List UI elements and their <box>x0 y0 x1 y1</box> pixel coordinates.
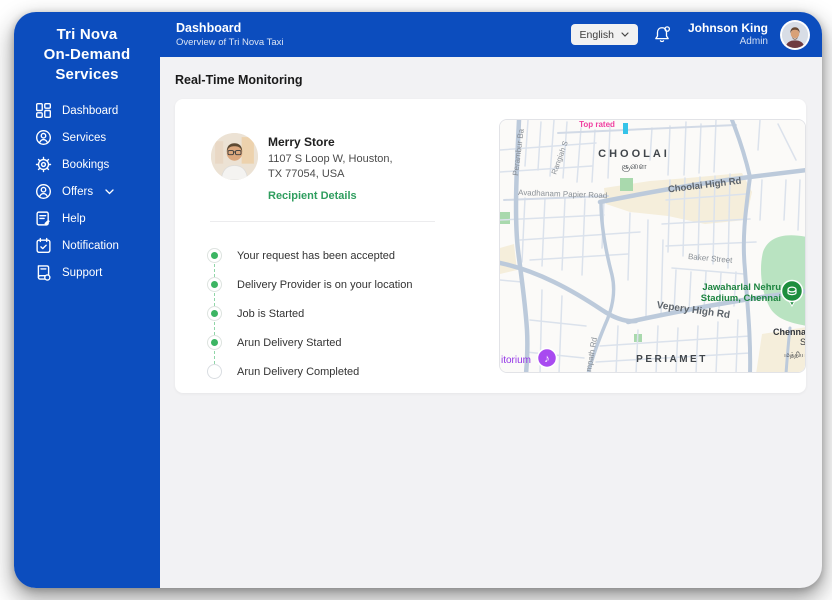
recipient-name: Merry Store <box>268 135 335 149</box>
recipient-address-line1: 1107 S Loop W, Houston, <box>268 153 393 165</box>
app-title: Tri Nova On-Demand Services <box>43 26 131 83</box>
timeline-dot-icon <box>207 277 222 292</box>
recipient-details-link[interactable]: Recipient Details <box>268 190 357 202</box>
recipient-address-line2: TX 77054, USA <box>268 168 345 180</box>
chevron-down-icon <box>105 188 114 195</box>
svg-text:Chenna: Chenna <box>773 327 806 337</box>
timeline-dot-icon <box>207 364 222 379</box>
timeline-dot-icon <box>207 306 222 321</box>
page-title: Dashboard <box>176 21 242 35</box>
main-content: Real-Time Monitoring Merry Store 1107 S … <box>160 57 822 588</box>
sidebar-item-dashboard[interactable]: Dashboard <box>35 97 160 124</box>
sidebar-item-support[interactable]: Support <box>35 259 160 286</box>
recipient-avatar-image <box>211 133 258 180</box>
svg-text:♪: ♪ <box>544 353 550 365</box>
music-marker-icon[interactable]: ♪ <box>536 347 558 369</box>
app-window: Tri Nova On-Demand Services Dashboard Se… <box>14 12 822 588</box>
sidebar-item-label: Help <box>62 212 86 225</box>
user-role: Admin <box>739 35 768 47</box>
timeline-step: Job is Started <box>199 299 499 335</box>
delivery-timeline: Your request has been accepted Delivery … <box>199 241 499 386</box>
screen: Tri Nova On-Demand Services Dashboard Se… <box>0 0 832 600</box>
sidebar-item-help[interactable]: Help <box>35 205 160 232</box>
timeline-label: Job is Started <box>237 307 305 320</box>
svg-text:PERIAMET: PERIAMET <box>636 354 708 365</box>
map[interactable]: Top rated CHOOLAI சூளை Perambur Ba Rangi… <box>499 119 806 373</box>
timeline-step: Delivery Provider is on your location <box>199 270 499 306</box>
breadcrumb: Dashboard Overview of Tri Nova Taxi <box>176 21 284 48</box>
person-circle-icon <box>35 183 52 200</box>
user-info: Johnson King Admin <box>688 21 768 49</box>
chevron-down-icon <box>621 32 629 37</box>
svg-text:Jawaharlal Nehru: Jawaharlal Nehru <box>702 282 781 293</box>
timeline-dot-icon <box>207 248 222 263</box>
person-circle-icon <box>35 129 52 146</box>
header: Dashboard Overview of Tri Nova Taxi Engl… <box>160 12 822 57</box>
user-name: Johnson King <box>688 20 768 35</box>
sidebar: Tri Nova On-Demand Services Dashboard Se… <box>14 12 160 588</box>
svg-text:CHOOLAI: CHOOLAI <box>598 148 670 160</box>
svg-text:S: S <box>800 337 806 347</box>
divider <box>210 221 435 222</box>
sidebar-item-label: Dashboard <box>62 104 119 117</box>
map-poi-marker[interactable] <box>623 123 628 134</box>
support-book-icon <box>35 264 52 281</box>
dashboard-grid-icon <box>35 102 52 119</box>
svg-text:Stadium, Chennai: Stadium, Chennai <box>701 293 781 304</box>
svg-text:Top rated: Top rated <box>579 120 615 129</box>
language-value: English <box>579 28 614 41</box>
svg-text:சூளை: சூளை <box>621 161 647 172</box>
timeline-step: Your request has been accepted <box>199 241 499 277</box>
sidebar-item-notification[interactable]: Notification <box>35 232 160 259</box>
sidebar-item-offers[interactable]: Offers <box>35 178 160 205</box>
timeline-label: Arun Delivery Started <box>237 336 342 349</box>
timeline-dot-icon <box>207 335 222 350</box>
timeline-label: Delivery Provider is on your location <box>237 278 413 291</box>
sidebar-item-label: Support <box>62 266 103 279</box>
language-selector[interactable]: English <box>570 24 638 45</box>
sidebar-nav: Dashboard Services Bookings Offers Help … <box>14 97 160 286</box>
user-avatar[interactable] <box>780 19 810 50</box>
gear-icon <box>35 156 52 173</box>
sidebar-item-label: Bookings <box>62 158 110 171</box>
timeline-step: Arun Delivery Completed <box>199 357 499 386</box>
sidebar-item-label: Services <box>62 131 107 144</box>
sidebar-item-label: Offers <box>62 185 94 198</box>
svg-text:மத்திய: மத்திய <box>784 352 806 359</box>
monitoring-card: Merry Store 1107 S Loop W, Houston, TX 7… <box>175 99 806 393</box>
timeline-label: Your request has been accepted <box>237 249 395 262</box>
recipient-summary: Merry Store 1107 S Loop W, Houston, TX 7… <box>199 133 499 204</box>
svg-text:itorium: itorium <box>501 355 531 366</box>
sidebar-item-services[interactable]: Services <box>35 124 160 151</box>
timeline-step: Arun Delivery Started <box>199 328 499 364</box>
page-subtitle: Overview of Tri Nova Taxi <box>176 37 284 48</box>
sidebar-item-bookings[interactable]: Bookings <box>35 151 160 178</box>
section-title: Real-Time Monitoring <box>175 73 303 87</box>
calendar-check-icon <box>35 237 52 254</box>
recipient-avatar <box>211 133 258 180</box>
timeline-label: Arun Delivery Completed <box>237 365 360 378</box>
sidebar-item-label: Notification <box>62 239 119 252</box>
notification-bell-icon[interactable] <box>650 23 674 47</box>
user-avatar-image <box>782 21 808 48</box>
document-pencil-icon <box>35 210 52 227</box>
